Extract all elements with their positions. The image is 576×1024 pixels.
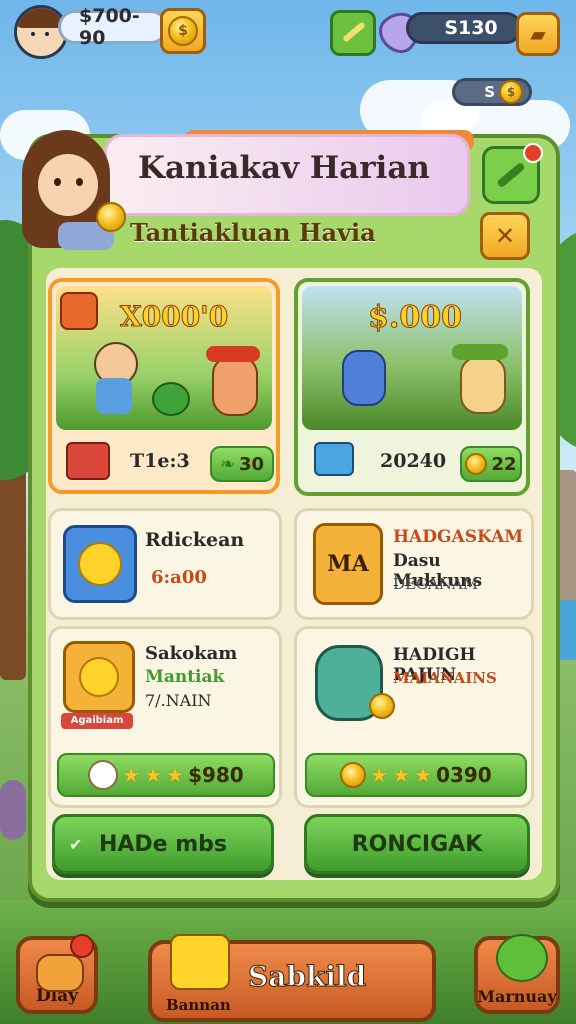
badge-text: MA — [327, 551, 369, 577]
cat-character — [342, 350, 386, 406]
sun-icon — [63, 525, 137, 603]
leaf-icon: ❧ — [219, 453, 236, 475]
task-card[interactable]: Rdickean 6:a00 — [48, 508, 282, 620]
task-title: Sakokam — [145, 643, 238, 664]
featured-card[interactable]: X000'0 T1e:3 ❧ 30 — [48, 278, 280, 494]
featured-reward[interactable]: ❧ 30 — [210, 446, 274, 482]
task-card[interactable]: Agaibiam Sakokam Mantiak 7/.NAIN ★ ★ ★ $… — [48, 626, 282, 808]
task-title: Rdickean — [145, 529, 245, 551]
coin-icon — [369, 693, 395, 723]
nav-market-button[interactable]: Marnuay — [474, 934, 560, 1014]
coin-icon: $ — [499, 80, 523, 104]
close-icon: ✕ — [494, 222, 516, 250]
scroll-badge-icon: MA — [313, 523, 383, 605]
plus-icon: ▰ — [530, 22, 546, 46]
girl-mascot — [18, 130, 126, 250]
nav-play-button[interactable]: Dlay — [16, 934, 98, 1014]
star-icon: ★ — [392, 763, 411, 787]
featured-card[interactable]: $.000 20240 22 — [294, 278, 530, 496]
gem-value: S130 — [444, 17, 498, 39]
featured-label: 20240 — [380, 450, 447, 472]
featured-reward[interactable]: 22 — [460, 446, 522, 482]
panel-subtitle: Tantiakluan Havia — [130, 218, 376, 247]
check-icon: ✔ — [69, 834, 83, 854]
task-title: HADGASKAM — [393, 527, 524, 547]
trophy-icon — [63, 641, 135, 713]
nav-market-label: Marnuay — [477, 987, 557, 1006]
left-action-label: HADe mbs — [98, 831, 228, 857]
featured-price: X000'0 — [119, 300, 229, 334]
featured-label: T1e:3 — [130, 450, 190, 472]
add-gem-button[interactable]: ▰ — [516, 12, 560, 56]
small-counter-value: S — [484, 83, 495, 101]
add-gold-button[interactable]: $ — [160, 8, 206, 54]
turtle-character — [152, 382, 190, 416]
task-reward[interactable]: ★ ★ ★ 0390 — [305, 753, 527, 797]
star-icon: ★ — [166, 763, 185, 787]
sword-badge-icon[interactable] — [482, 143, 543, 204]
bear-character — [212, 356, 258, 416]
task-line3: DEGANAM — [393, 575, 479, 593]
task-reward-value: 0390 — [436, 763, 492, 787]
star-icon: ★ — [370, 763, 389, 787]
task-line3: 7/.NAIN — [145, 691, 212, 710]
left-action-button[interactable]: ✔ HADe mbs — [52, 814, 274, 874]
featured-reward-value: 22 — [491, 453, 517, 475]
cart-icon — [170, 934, 230, 990]
nav-center-sub-label: Bannan — [166, 996, 231, 1014]
task-line2: MAIANAINS — [393, 669, 497, 687]
nav-center-label: Sabkild — [247, 960, 367, 994]
featured-price: $.000 — [368, 300, 463, 336]
kid-character — [460, 356, 506, 414]
gem-counter: S130 — [406, 12, 522, 44]
emblem-icon — [60, 292, 98, 330]
red-dot-icon — [70, 934, 94, 958]
turtle-coin-icon — [496, 934, 548, 982]
star-icon: ★ — [122, 763, 141, 787]
task-line2: Mantiak — [145, 667, 225, 687]
task-reward[interactable]: ★ ★ ★ $980 — [57, 753, 275, 797]
nav-center-button[interactable]: Bannan Sabkild — [148, 934, 436, 1022]
leaf-sword-icon[interactable] — [330, 10, 376, 56]
close-button[interactable]: ✕ — [480, 212, 530, 260]
star-icon: ★ — [414, 763, 433, 787]
rock — [0, 780, 26, 840]
panel-title: Kaniakav Harian — [138, 150, 430, 186]
icon-banner: Agaibiam — [61, 713, 133, 729]
coin-icon: $ — [168, 16, 198, 46]
gold-counter: $700-90 — [58, 5, 168, 49]
task-card[interactable]: MA HADGASKAM Dasu Mukkuns DEGANAM — [294, 508, 534, 620]
cube-icon — [314, 442, 354, 476]
task-card[interactable]: HADIGH PAJUN MAIANAINS ★ ★ ★ 0390 — [294, 626, 534, 808]
coin-stack-icon — [340, 762, 367, 788]
right-action-label: RONCIGAK — [351, 831, 483, 857]
chest-icon — [66, 442, 110, 480]
task-reward-value: $980 — [188, 763, 244, 787]
coin-icon — [465, 453, 488, 475]
dino-icon — [36, 954, 84, 992]
right-action-button[interactable]: RONCIGAK — [304, 814, 530, 874]
featured-reward-value: 30 — [239, 453, 265, 475]
task-detail: 6:a00 — [151, 567, 207, 588]
gold-value: $700-90 — [79, 5, 140, 49]
star-icon: ★ — [144, 763, 163, 787]
pet-icon — [88, 760, 119, 790]
small-counter: S $ — [452, 78, 532, 106]
